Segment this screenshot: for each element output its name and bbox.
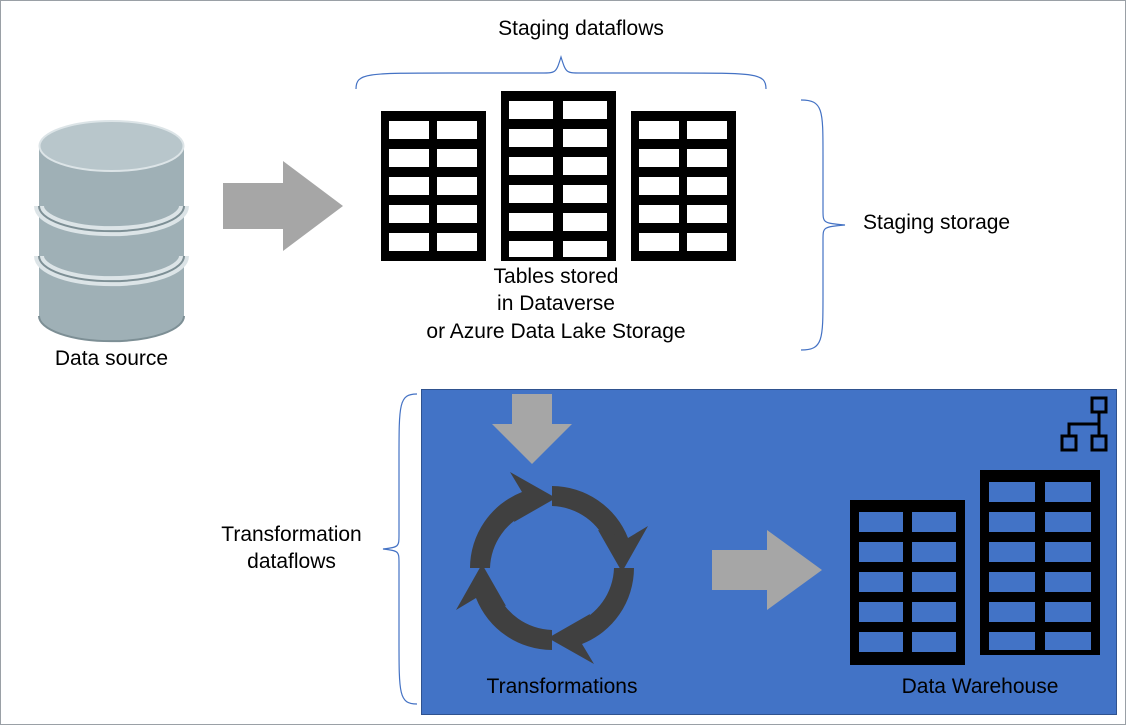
- transformation-box: Transformations: [421, 389, 1117, 715]
- label-transformation-dataflows: Transformation dataflows: [199, 521, 384, 576]
- arrow-right-icon: [223, 161, 343, 251]
- brace-right-icon: [801, 95, 851, 355]
- label-transformations: Transformations: [452, 675, 672, 699]
- brace-left-icon: [381, 389, 417, 709]
- label-staging-dataflows: Staging dataflows: [371, 17, 791, 41]
- arrow-right-icon: [712, 530, 822, 610]
- tree-icon: [1058, 396, 1110, 452]
- diagram-canvas: Staging dataflows Data source: [0, 0, 1126, 725]
- label-tables-stored: Tables stored in Dataverse or Azure Data…: [371, 263, 741, 345]
- brace-top-icon: [351, 53, 771, 89]
- label-data-source: Data source: [29, 347, 194, 371]
- staging-tables-icon: [371, 91, 741, 261]
- data-source-icon: [29, 116, 194, 346]
- cycle-arrows-icon: [452, 468, 652, 668]
- arrow-down-icon: [492, 394, 572, 464]
- data-warehouse-icon: [840, 470, 1110, 670]
- label-data-warehouse: Data Warehouse: [860, 675, 1100, 699]
- label-staging-storage: Staging storage: [863, 211, 1010, 235]
